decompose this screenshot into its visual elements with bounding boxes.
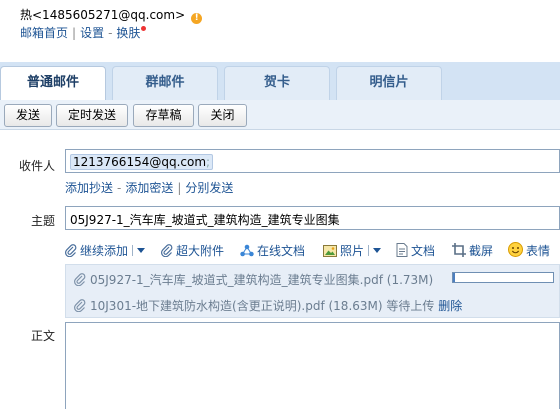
attachment-list: 05J927-1_汽车库_坡道式_建筑构造_建筑专业图集.pdf (1.73M)… <box>65 264 560 318</box>
recipient-input[interactable]: 1213766154@qq.com; <box>65 149 560 173</box>
emoji-button[interactable]: 表情 <box>508 242 550 259</box>
account-address: 热<1485605271@qq.com> <box>20 8 186 22</box>
body-editor[interactable] <box>65 322 560 409</box>
screenshot-button[interactable]: 截屏 <box>452 242 493 259</box>
send-button[interactable]: 发送 <box>4 104 52 127</box>
recipient-chip[interactable]: 1213766154@qq.com; <box>70 154 214 170</box>
divider: | <box>72 26 77 40</box>
emoji-label: 表情 <box>526 244 551 258</box>
delete-attachment-link[interactable]: 删除 <box>438 299 462 313</box>
attachment-toolbar: 继续添加 超大附件 在线文档 照片 文档 截屏 表情 <box>65 240 560 262</box>
compose-toolbar: 发送 定时发送 存草稿 关闭 <box>0 100 560 130</box>
change-skin-link[interactable]: 换肤 <box>116 26 140 40</box>
recipient-options: 添加抄送 - 添加密送 | 分别发送 <box>65 179 233 196</box>
divider: | <box>177 181 182 195</box>
tab-greeting-card[interactable]: 贺卡 <box>224 66 330 100</box>
subject-value: 05J927-1_汽车库_坡道式_建筑构造_建筑专业图集 <box>70 213 340 227</box>
continue-add-button[interactable]: 继续添加 <box>65 242 146 259</box>
body-label: 正文 <box>30 329 55 343</box>
paperclip-icon <box>65 244 77 257</box>
recipient-label: 收件人 <box>18 159 55 173</box>
attachment-name: 05J927-1_汽车库_坡道式_建筑构造_建筑专业图集.pdf (1.73M) <box>90 273 434 287</box>
photo-button[interactable]: 照片 <box>323 242 382 259</box>
save-draft-button[interactable]: 存草稿 <box>133 104 194 127</box>
share-nodes-icon <box>240 244 254 257</box>
scheduled-send-button[interactable]: 定时发送 <box>56 104 128 127</box>
mailbox-home-link[interactable]: 邮箱首页 <box>20 26 68 40</box>
online-doc-label: 在线文档 <box>257 244 306 258</box>
subject-input[interactable]: 05J927-1_汽车库_坡道式_建筑构造_建筑专业图集 <box>65 206 560 230</box>
divider: - <box>108 26 113 40</box>
document-icon <box>396 243 408 257</box>
separate-send-link[interactable]: 分别发送 <box>185 181 233 195</box>
attachment-name: 10J301-地下建筑防水构造(含更正说明).pdf (18.63M) <box>90 299 383 313</box>
attachment-item: 10J301-地下建筑防水构造(含更正说明).pdf (18.63M) 等待上传… <box>74 297 462 314</box>
tab-group-mail[interactable]: 群邮件 <box>112 66 218 100</box>
screenshot-label: 截屏 <box>469 244 494 258</box>
divider: - <box>117 181 122 195</box>
upload-progress-fill <box>453 273 455 282</box>
chevron-down-icon[interactable] <box>373 248 382 253</box>
paperclip-icon <box>74 273 86 286</box>
photo-label: 照片 <box>340 244 365 258</box>
chevron-down-icon[interactable] <box>137 248 146 253</box>
settings-link[interactable]: 设置 <box>80 26 104 40</box>
continue-add-label: 继续添加 <box>80 244 129 258</box>
attachment-item: 05J927-1_汽车库_坡道式_建筑构造_建筑专业图集.pdf (1.73M) <box>74 271 433 288</box>
document-label: 文档 <box>411 244 436 258</box>
smiley-icon <box>508 242 523 257</box>
mail-header: 热<1485605271@qq.com>! 邮箱首页 | 设置 - 换肤 <box>0 0 560 58</box>
recipient-separator: ; <box>206 155 211 169</box>
document-button[interactable]: 文档 <box>396 242 435 259</box>
recipient-address: 1213766154@qq.com <box>73 155 207 169</box>
tab-postcard[interactable]: 明信片 <box>336 66 442 100</box>
online-doc-button[interactable]: 在线文档 <box>240 242 305 259</box>
photo-icon <box>323 245 337 257</box>
large-attachment-label: 超大附件 <box>176 244 225 258</box>
add-cc-link[interactable]: 添加抄送 <box>65 181 113 195</box>
paperclip-icon <box>74 299 86 312</box>
divider <box>368 245 370 256</box>
warning-icon[interactable]: ! <box>191 13 203 24</box>
new-dot-icon <box>141 26 147 31</box>
add-bcc-link[interactable]: 添加密送 <box>125 181 173 195</box>
upload-progress-bar <box>452 272 554 283</box>
scissors-icon <box>452 243 466 257</box>
close-button[interactable]: 关闭 <box>198 104 247 127</box>
large-attachment-button[interactable]: 超大附件 <box>161 242 224 259</box>
header-links: 邮箱首页 | 设置 - 换肤 <box>20 24 147 41</box>
upload-status: 等待上传 <box>386 299 435 313</box>
tab-normal-mail[interactable]: 普通邮件 <box>0 66 106 100</box>
paperclip-icon <box>161 244 173 257</box>
account-info: 热<1485605271@qq.com>! <box>20 6 203 24</box>
divider <box>132 245 134 256</box>
subject-label: 主题 <box>30 214 55 228</box>
